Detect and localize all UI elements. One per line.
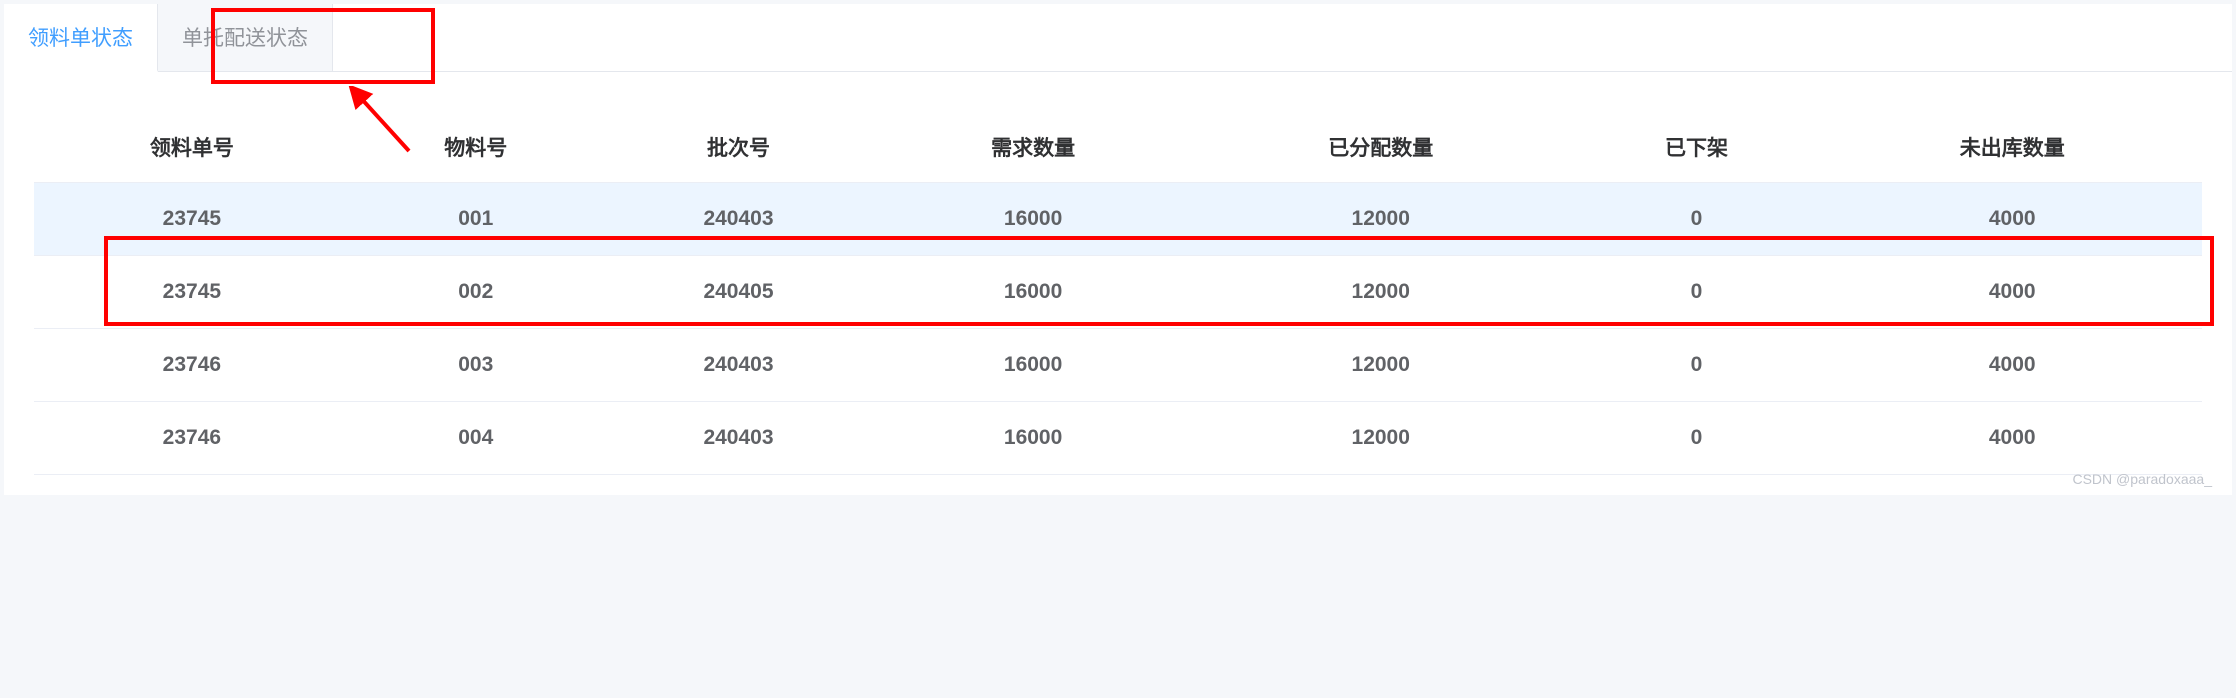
table-cell: 0 <box>1570 256 1822 329</box>
table-cell: 12000 <box>1191 329 1571 402</box>
table-cell: 4000 <box>1822 183 2202 256</box>
table-cell: 12000 <box>1191 183 1571 256</box>
table-row[interactable]: 23746004240403160001200004000 <box>34 402 2202 475</box>
table-cell: 003 <box>350 329 602 402</box>
col-header-off-shelf: 已下架 <box>1570 112 1822 183</box>
table-cell: 0 <box>1570 402 1822 475</box>
table-cell: 0 <box>1570 183 1822 256</box>
table-cell: 12000 <box>1191 402 1571 475</box>
table-cell: 23745 <box>34 256 350 329</box>
table-cell: 23745 <box>34 183 350 256</box>
table-row[interactable]: 23745002240405160001200004000 <box>34 256 2202 329</box>
table-cell: 16000 <box>875 329 1191 402</box>
table-row[interactable]: 23745001240403160001200004000 <box>34 183 2202 256</box>
table-row[interactable]: 23746003240403160001200004000 <box>34 329 2202 402</box>
table-cell: 12000 <box>1191 256 1571 329</box>
table-cell: 240403 <box>602 402 875 475</box>
table-cell: 16000 <box>875 256 1191 329</box>
table-cell: 0 <box>1570 329 1822 402</box>
col-header-demand-qty: 需求数量 <box>875 112 1191 183</box>
watermark-text: CSDN @paradoxaaa_ <box>2072 471 2212 487</box>
table-cell: 16000 <box>875 183 1191 256</box>
table-cell: 23746 <box>34 402 350 475</box>
table-cell: 002 <box>350 256 602 329</box>
table-cell: 240405 <box>602 256 875 329</box>
table-cell: 240403 <box>602 329 875 402</box>
main-container: 领料单状态 单托配送状态 领料单号 物料号 批次号 需求数量 已分配数量 已下架… <box>4 4 2232 495</box>
tab-bar: 领料单状态 单托配送状态 <box>4 4 2232 72</box>
table-cell: 23746 <box>34 329 350 402</box>
data-table: 领料单号 物料号 批次号 需求数量 已分配数量 已下架 未出库数量 237450… <box>34 112 2202 475</box>
table-cell: 16000 <box>875 402 1191 475</box>
table-cell: 001 <box>350 183 602 256</box>
table-cell: 004 <box>350 402 602 475</box>
col-header-not-out-qty: 未出库数量 <box>1822 112 2202 183</box>
col-header-allocated-qty: 已分配数量 <box>1191 112 1571 183</box>
tab-pick-status[interactable]: 领料单状态 <box>4 4 158 72</box>
table-cell: 4000 <box>1822 329 2202 402</box>
table-cell: 4000 <box>1822 256 2202 329</box>
table-cell: 240403 <box>602 183 875 256</box>
col-header-order-no: 领料单号 <box>34 112 350 183</box>
tab-pallet-delivery-status[interactable]: 单托配送状态 <box>158 4 333 71</box>
table-wrapper: 领料单号 物料号 批次号 需求数量 已分配数量 已下架 未出库数量 237450… <box>4 72 2232 495</box>
col-header-material-no: 物料号 <box>350 112 602 183</box>
table-header-row: 领料单号 物料号 批次号 需求数量 已分配数量 已下架 未出库数量 <box>34 112 2202 183</box>
table-cell: 4000 <box>1822 402 2202 475</box>
col-header-batch-no: 批次号 <box>602 112 875 183</box>
